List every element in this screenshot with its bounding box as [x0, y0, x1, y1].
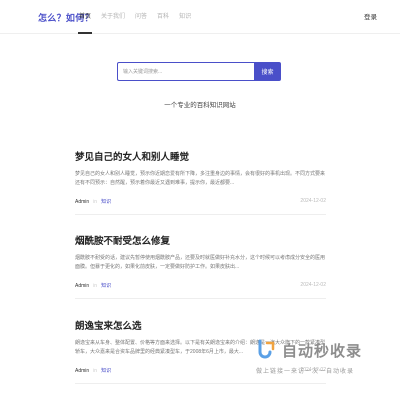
meta-separator: in: [93, 283, 98, 289]
article-item: 烟酰胺不耐受怎么修复 烟酰胺不耐受的话，建议先暂停使用烟酰胺产品，还要及时就医做…: [75, 233, 326, 299]
watermark: 自动秒收录 做上链接一来访一次一自动收录: [254, 336, 394, 388]
article-title[interactable]: 梦见自己的女人和别人睡觉: [75, 149, 326, 163]
search-input[interactable]: [117, 62, 254, 81]
article-category[interactable]: 知识: [101, 368, 111, 374]
login-link[interactable]: 登录: [364, 11, 377, 21]
article-category[interactable]: 知识: [101, 283, 111, 289]
nav-item-qa[interactable]: 问答: [130, 0, 152, 34]
watermark-brand: 自动秒收录: [282, 343, 363, 360]
article-category[interactable]: 知识: [101, 199, 111, 205]
article-author[interactable]: Admin: [75, 368, 89, 374]
article-meta: Admin in 知识 2024-12-02: [75, 198, 326, 208]
meta-separator: in: [93, 199, 98, 205]
article-excerpt: 梦见自己的女人和别人睡觉，预示你近期恋爱有所下降，多注重身边的事情，会有很好的事…: [75, 171, 326, 186]
article-date: 2024-12-02: [300, 198, 326, 204]
nav-item-home[interactable]: 首页: [74, 0, 96, 34]
article-title[interactable]: 朗逸宝来怎么选: [75, 318, 326, 332]
nav-item-about[interactable]: 关于我们: [96, 0, 130, 34]
search-bar: 搜索: [117, 62, 281, 81]
search-button[interactable]: 搜索: [254, 62, 281, 81]
article-excerpt: 烟酰胺不耐受的话，建议先暂停使用烟酰胺产品，还要及时就医做好补充水分，这个时候可…: [75, 255, 326, 270]
nav-item-knowledge[interactable]: 知识: [174, 0, 196, 34]
article-date: 2024-12-02: [300, 282, 326, 288]
watermark-slogan: 做上链接一来访一次一自动收录: [256, 369, 355, 375]
main-nav: 首页 关于我们 问答 百科 知识: [74, 0, 196, 34]
article-meta: Admin in 知识 2024-12-02: [75, 282, 326, 292]
site-tagline: 一个专业的百科知识网站: [164, 102, 236, 109]
watermark-logo-icon: [258, 339, 275, 359]
meta-separator: in: [93, 368, 98, 374]
site-header: 怎么？如何？ 首页 关于我们 问答 百科 知识 登录: [0, 0, 400, 34]
article-item: 梦见自己的女人和别人睡觉 梦见自己的女人和别人睡觉，预示你近期恋爱有所下降，多注…: [75, 149, 326, 215]
article-author[interactable]: Admin: [75, 199, 89, 205]
nav-item-encyclopedia[interactable]: 百科: [152, 0, 174, 34]
article-title[interactable]: 烟酰胺不耐受怎么修复: [75, 233, 326, 247]
article-author[interactable]: Admin: [75, 283, 89, 289]
